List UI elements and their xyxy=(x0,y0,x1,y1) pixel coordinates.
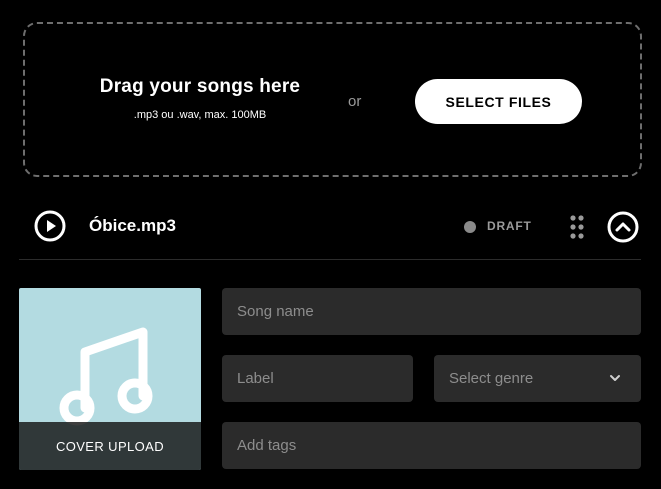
genre-select[interactable]: Select genre xyxy=(434,355,641,402)
music-note-icon xyxy=(59,322,169,432)
status-dot-icon xyxy=(464,221,476,233)
dropzone-title: Drag your songs here xyxy=(99,76,301,97)
select-files-button[interactable]: SELECT FILES xyxy=(415,79,582,124)
chevron-down-icon xyxy=(610,375,620,381)
label-input[interactable] xyxy=(237,370,413,387)
drag-handle-icon[interactable] xyxy=(570,215,584,239)
dropzone-subtitle: .mp3 ou .wav, max. 100MB xyxy=(133,109,267,121)
label-field[interactable] xyxy=(222,355,413,402)
upload-dropzone[interactable]: Drag your songs here .mp3 ou .wav, max. … xyxy=(23,22,642,177)
cover-upload[interactable]: COVER UPLOAD xyxy=(19,288,201,470)
dropzone-or-text: or xyxy=(348,93,362,110)
song-name-input[interactable] xyxy=(237,303,641,320)
genre-select-value: Select genre xyxy=(449,370,534,387)
cover-upload-label: COVER UPLOAD xyxy=(19,422,201,470)
track-name: Óbice.mp3 xyxy=(89,216,176,235)
track-row: Óbice.mp3 DRAFT xyxy=(19,198,641,260)
tags-input[interactable] xyxy=(237,437,641,454)
song-name-field[interactable] xyxy=(222,288,641,335)
status-badge: DRAFT xyxy=(487,219,532,233)
play-icon[interactable] xyxy=(34,210,66,242)
tags-field[interactable] xyxy=(222,422,641,469)
collapse-chevron-up-icon[interactable] xyxy=(607,211,639,243)
